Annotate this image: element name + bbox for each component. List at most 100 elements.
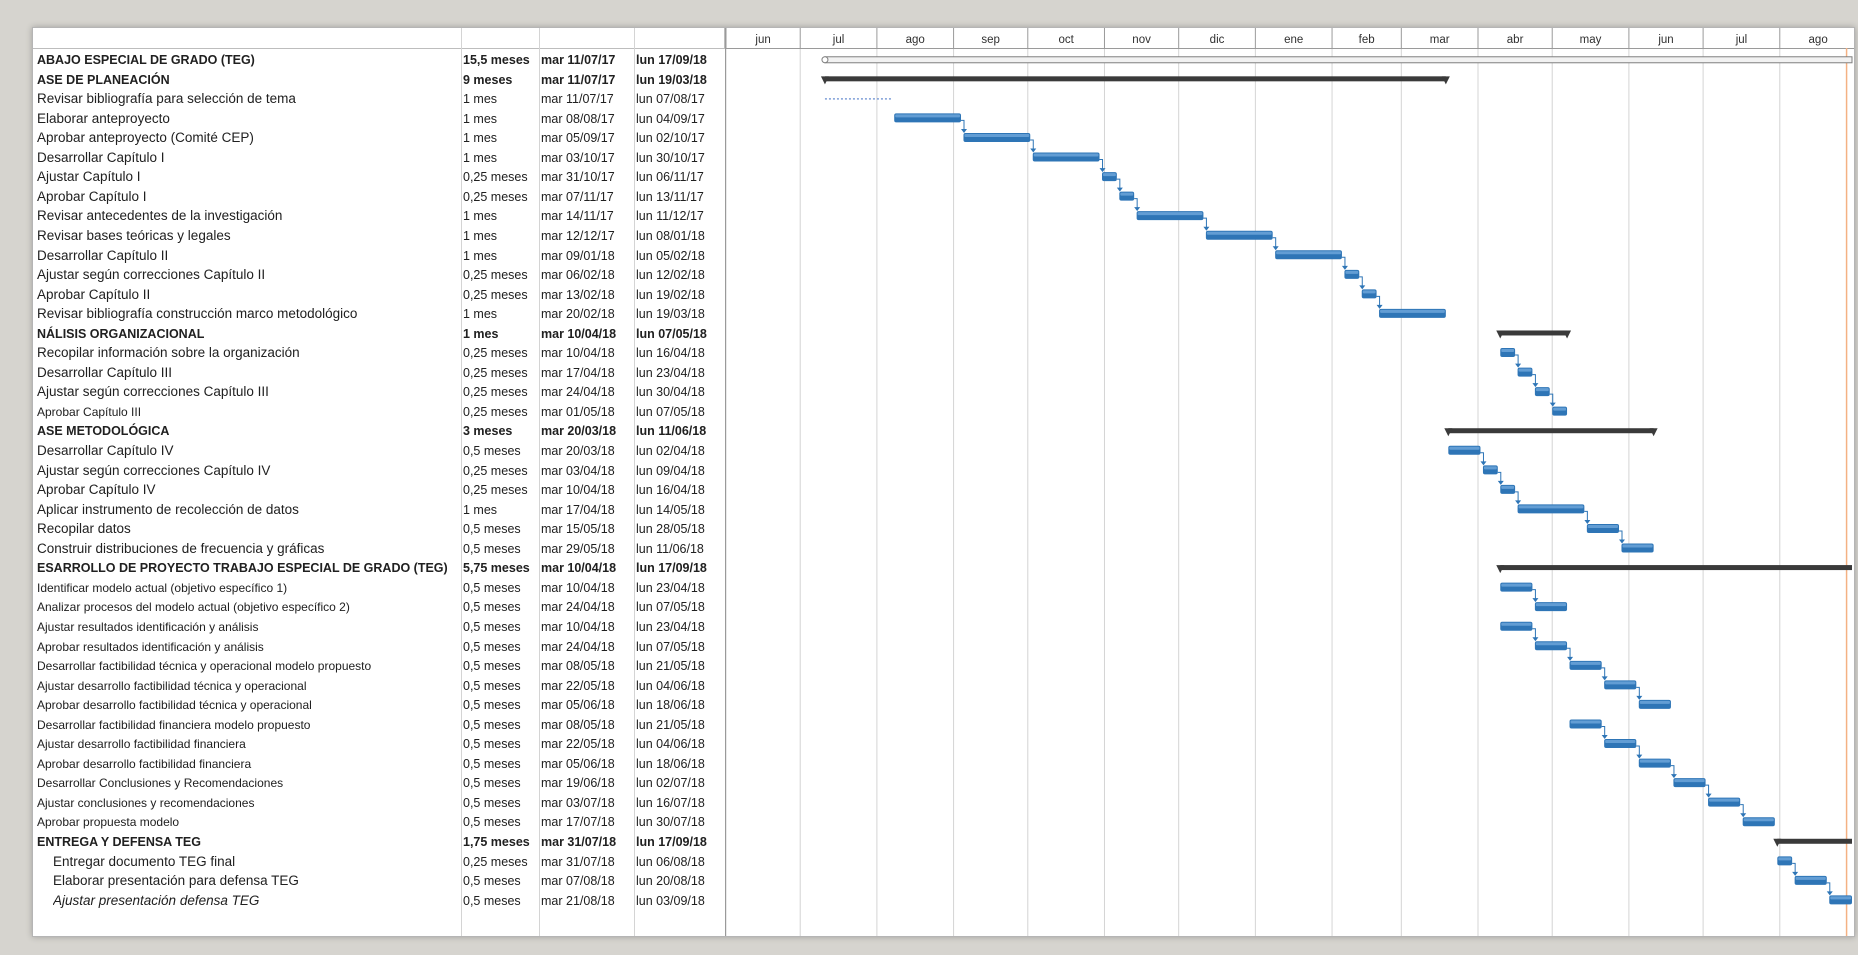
task-row[interactable]: Construir distribuciones de frecuencia y… bbox=[33, 539, 725, 559]
task-row[interactable]: Aprobar Capítulo IV 0,25 meses mar 10/04/1… bbox=[33, 480, 725, 500]
task-row[interactable]: Desarrollar factibilidad técnica y opera… bbox=[33, 656, 725, 676]
task-row[interactable]: Desarrollar Capítulo III 0,25 meses mar 17… bbox=[33, 363, 725, 383]
summary-task-row[interactable]: ASE METODOLÓGICA 3 meses mar 20/03/18 lun 1… bbox=[33, 421, 725, 441]
task-bar-highlight bbox=[1206, 231, 1272, 235]
dependency-arrow bbox=[1116, 187, 1123, 192]
task-duration: 1 mes bbox=[463, 307, 498, 322]
task-row[interactable]: Aprobar resultados identificación y anál… bbox=[33, 637, 725, 657]
task-row[interactable]: Desarrollar Capítulo IV 0,5 meses mar 20/0… bbox=[33, 441, 725, 461]
task-bar-highlight bbox=[1362, 290, 1376, 294]
summary-task-row[interactable]: ESARROLLO DE PROYECTO TRABAJO ESPECIAL D… bbox=[33, 558, 725, 578]
dependency-link bbox=[1636, 686, 1640, 697]
table-header bbox=[33, 28, 725, 49]
task-bar-highlight bbox=[1570, 720, 1601, 724]
month-label: oct bbox=[1058, 34, 1074, 46]
task-end: lun 03/09/18 bbox=[636, 893, 705, 908]
task-row[interactable]: Aprobar desarrollo factibilidad financie… bbox=[33, 754, 725, 774]
task-bar-highlight bbox=[1587, 524, 1618, 528]
task-row[interactable]: Aprobar Capítulo III 0,25 meses mar 01/05/… bbox=[33, 402, 725, 422]
task-duration: 0,5 meses bbox=[463, 737, 521, 752]
task-duration: 1 mes bbox=[463, 228, 498, 243]
summary-task-row[interactable]: ABAJO ESPECIAL DE GRADO (TEG) 15,5 meses m… bbox=[33, 50, 725, 70]
task-row[interactable]: Desarrollar Capítulo I 1 mes mar 03/10/17 l… bbox=[33, 148, 725, 168]
task-row[interactable]: Recopilar datos 0,5 meses mar 15/05/18 lun … bbox=[33, 519, 725, 539]
dependency-arrow bbox=[961, 128, 967, 133]
task-duration: 1 mes bbox=[463, 131, 498, 146]
task-row[interactable]: Desarrollar Capítulo II 1 mes mar 09/01/18… bbox=[33, 246, 725, 266]
month-label: ene bbox=[1284, 34, 1303, 46]
task-row[interactable]: Ajustar según correcciones Capítulo IV 0,… bbox=[33, 461, 725, 481]
column-header-start[interactable] bbox=[540, 28, 635, 48]
dependency-arrow bbox=[1532, 383, 1539, 388]
task-row[interactable]: Aprobar anteproyecto (Comité CEP) 1 mes ma… bbox=[33, 128, 725, 148]
dependency-arrow bbox=[1272, 246, 1279, 251]
task-start: mar 24/04/18 bbox=[541, 639, 615, 654]
task-row[interactable]: Ajustar desarrollo factibilidad técnica … bbox=[33, 676, 725, 696]
task-row[interactable]: Elaborar anteproyecto 1 mes mar 08/08/17 lu… bbox=[33, 109, 725, 129]
task-bar-highlight bbox=[1483, 466, 1497, 470]
task-duration: 0,5 meses bbox=[463, 600, 521, 615]
task-row[interactable]: Revisar bibliografía para selección de t… bbox=[33, 89, 725, 109]
dependency-link bbox=[1099, 159, 1104, 170]
task-row[interactable]: Ajustar resultados identificación y anál… bbox=[33, 617, 725, 637]
task-row[interactable]: Identificar modelo actual (objetivo espe… bbox=[33, 578, 725, 598]
column-header-name[interactable] bbox=[33, 28, 462, 48]
dependency-arrow bbox=[1376, 304, 1383, 309]
task-duration: 0,5 meses bbox=[463, 874, 521, 889]
task-row[interactable]: Revisar bases teóricas y legales 1 mes mar… bbox=[33, 226, 725, 246]
task-start: mar 03/04/18 bbox=[541, 463, 615, 478]
dependency-link bbox=[1601, 725, 1606, 737]
dependency-arrow bbox=[1584, 519, 1591, 524]
task-row[interactable]: Desarrollar Conclusiones y Recomendacion… bbox=[33, 773, 725, 793]
task-bar-highlight bbox=[1553, 407, 1567, 411]
task-row[interactable]: Revisar antecedentes de la investigación… bbox=[33, 206, 725, 226]
task-name: Aplicar instrumento de recolección de da… bbox=[37, 501, 299, 517]
task-end: lun 02/04/18 bbox=[636, 444, 705, 458]
dependency-link bbox=[1515, 354, 1519, 365]
task-row[interactable]: Recopilar información sobre la organizac… bbox=[33, 343, 725, 363]
task-start: mar 10/04/18 bbox=[541, 561, 617, 576]
task-row[interactable]: Aprobar desarrollo factibilidad técnica … bbox=[33, 695, 725, 715]
month-label: dic bbox=[1210, 34, 1225, 46]
task-bar-highlight bbox=[1674, 779, 1705, 783]
task-row[interactable]: Revisar bibliografía construcción marco … bbox=[33, 304, 725, 324]
summary-task-row[interactable]: ASE DE PLANEACIÓN 9 meses mar 11/07/17 lun … bbox=[33, 70, 725, 90]
task-bar-highlight bbox=[1709, 798, 1740, 802]
column-header-duration[interactable] bbox=[462, 28, 540, 48]
task-row[interactable]: Ajustar según correcciones Capítulo III 0… bbox=[33, 382, 725, 402]
dependency-link bbox=[1636, 745, 1640, 756]
task-row[interactable]: Ajustar según correcciones Capítulo II 0,… bbox=[33, 265, 725, 285]
task-name: ASE DE PLANEACIÓN bbox=[37, 72, 170, 87]
task-row[interactable]: Desarrollar factibilidad financiera mode… bbox=[33, 715, 725, 735]
task-row[interactable]: Aplicar instrumento de recolección de da… bbox=[33, 500, 725, 520]
task-row[interactable]: Aprobar Capítulo II 0,25 meses mar 13/02/1… bbox=[33, 285, 725, 305]
month-label: sep bbox=[981, 34, 1000, 46]
task-duration: 1 mes bbox=[463, 150, 498, 165]
task-end: lun 28/05/18 bbox=[636, 522, 705, 537]
task-name: Aprobar propuesta modelo bbox=[37, 815, 180, 830]
task-row[interactable]: Aprobar Capítulo I 0,25 meses mar 07/11/17… bbox=[33, 187, 725, 207]
task-row[interactable]: Analizar procesos del modelo actual (obj… bbox=[33, 597, 725, 617]
task-duration: 0,5 meses bbox=[463, 756, 521, 771]
task-start: mar 10/04/18 bbox=[541, 580, 615, 595]
task-start: mar 22/05/18 bbox=[541, 737, 615, 752]
task-row[interactable]: Ajustar conclusiones y recomendaciones 0,… bbox=[33, 793, 725, 813]
task-start: mar 03/10/17 bbox=[541, 150, 615, 165]
dependency-arrow bbox=[1670, 774, 1677, 779]
summary-task-row[interactable]: NÁLISIS ORGANIZACIONAL 1 mes mar 10/04/18 l… bbox=[33, 324, 725, 344]
dependency-link bbox=[1515, 491, 1519, 502]
task-row[interactable]: Entregar documento TEG final 0,25 meses ma… bbox=[33, 852, 725, 872]
summary-task-row[interactable]: ENTREGA Y DEFENSA TEG 1,75 meses mar 31/07… bbox=[33, 832, 725, 852]
task-end: lun 23/04/18 bbox=[636, 619, 705, 634]
task-row[interactable]: Aprobar propuesta modelo 0,5 meses mar 17/… bbox=[33, 812, 725, 832]
task-bar-highlight bbox=[1795, 876, 1826, 880]
task-row[interactable]: Elaborar presentación para defensa TEG 0,… bbox=[33, 871, 725, 891]
month-label: ago bbox=[906, 34, 925, 46]
task-bar-highlight bbox=[1449, 446, 1480, 450]
column-header-end[interactable] bbox=[635, 28, 725, 48]
dependency-link bbox=[1376, 295, 1381, 306]
task-row[interactable]: Ajustar Capítulo I 0,25 meses mar 31/10/17… bbox=[33, 167, 725, 187]
task-row[interactable]: Ajustar presentación defensa TEG 0,5 mese… bbox=[33, 891, 725, 911]
task-start: mar 20/02/18 bbox=[541, 307, 615, 322]
task-row[interactable]: Ajustar desarrollo factibilidad financie… bbox=[33, 734, 725, 754]
